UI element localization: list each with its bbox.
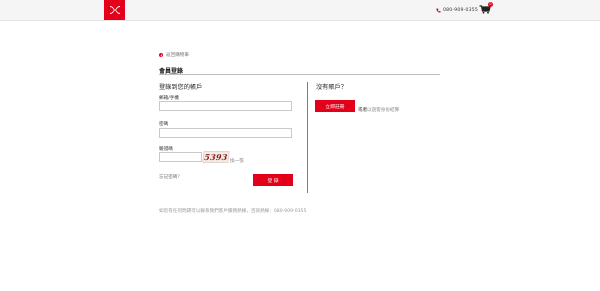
register-button[interactable]: 立即註冊	[315, 100, 355, 112]
title-divider	[159, 74, 440, 75]
header-phone: 080-909-0355	[436, 5, 478, 15]
phone-icon	[436, 8, 441, 13]
captcha-refresh-link[interactable]: 換一張	[230, 158, 244, 164]
top-header-bar: 080-909-0355 0	[0, 0, 600, 21]
back-to-cart-label: 返回購物車	[166, 53, 189, 58]
login-button[interactable]: 登 錄	[253, 174, 293, 186]
back-to-cart-link[interactable]: 返回購物車	[159, 52, 189, 58]
under-armour-logo-icon	[109, 6, 120, 14]
password-label: 密碼	[159, 122, 169, 127]
password-field[interactable]	[159, 128, 292, 138]
back-arrow-icon	[159, 53, 163, 57]
brand-logo[interactable]	[104, 0, 125, 20]
captcha-field[interactable]	[159, 152, 202, 162]
no-account-heading: 沒有賬戶？	[316, 84, 347, 91]
guest-checkout-link[interactable]: 以遊客身份結算	[367, 107, 399, 113]
captcha-image[interactable]: 5393	[202, 151, 230, 163]
column-divider	[307, 82, 308, 193]
or-label: 或者	[358, 108, 368, 113]
email-field[interactable]	[159, 101, 292, 111]
help-hotline-note: 如您有任何問題可以聯系我們客戶服務熱線，咨詢熱線：080-909-0355	[159, 209, 307, 214]
header-phone-number[interactable]: 080-909-0355	[443, 8, 478, 13]
forgot-password-link[interactable]: 忘記密碼？	[159, 174, 182, 180]
cart-count-badge: 0	[488, 2, 493, 7]
login-heading: 登錄到您的帳戶	[159, 84, 203, 91]
